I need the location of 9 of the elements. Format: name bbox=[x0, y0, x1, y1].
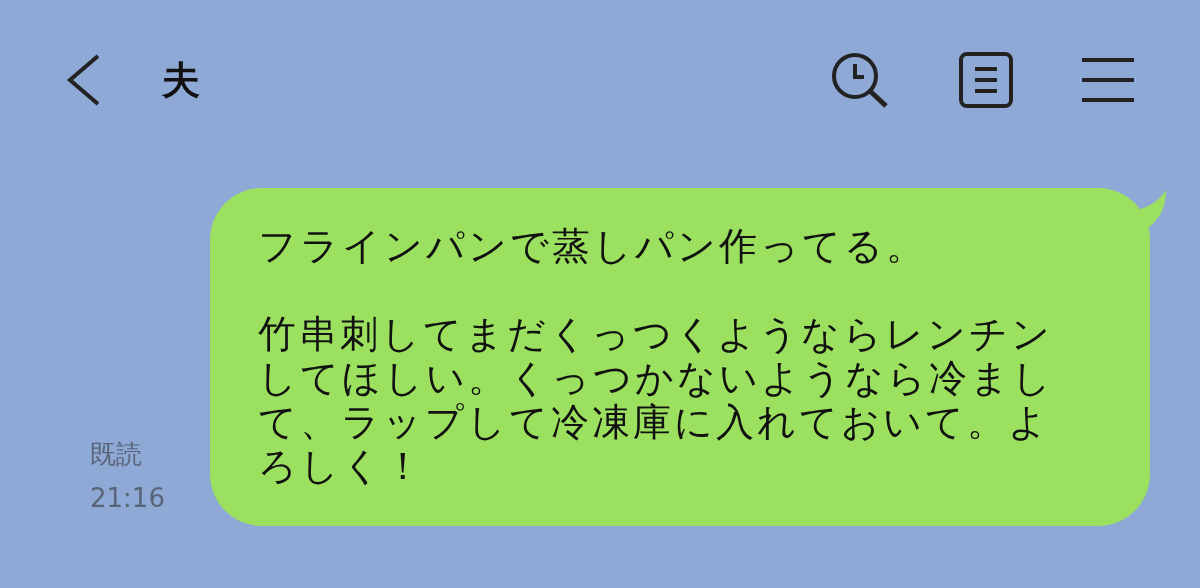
message-time: 21:16 bbox=[90, 482, 166, 515]
chat-title: 夫 bbox=[162, 56, 201, 104]
search-button[interactable] bbox=[830, 51, 890, 109]
message-text: フラインパンで蒸しパン作ってる。 bbox=[258, 224, 928, 268]
notes-button[interactable] bbox=[958, 51, 1014, 109]
back-button[interactable] bbox=[66, 54, 102, 106]
read-receipt: 既読 bbox=[90, 438, 143, 471]
message-text: 竹串刺してまだくっつくようならレンチンしてほしい。くっつかないようなら冷まして、ラップして冷凍庫に入れておいて。よろしく！ bbox=[258, 312, 1055, 488]
menu-button[interactable] bbox=[1082, 57, 1134, 103]
